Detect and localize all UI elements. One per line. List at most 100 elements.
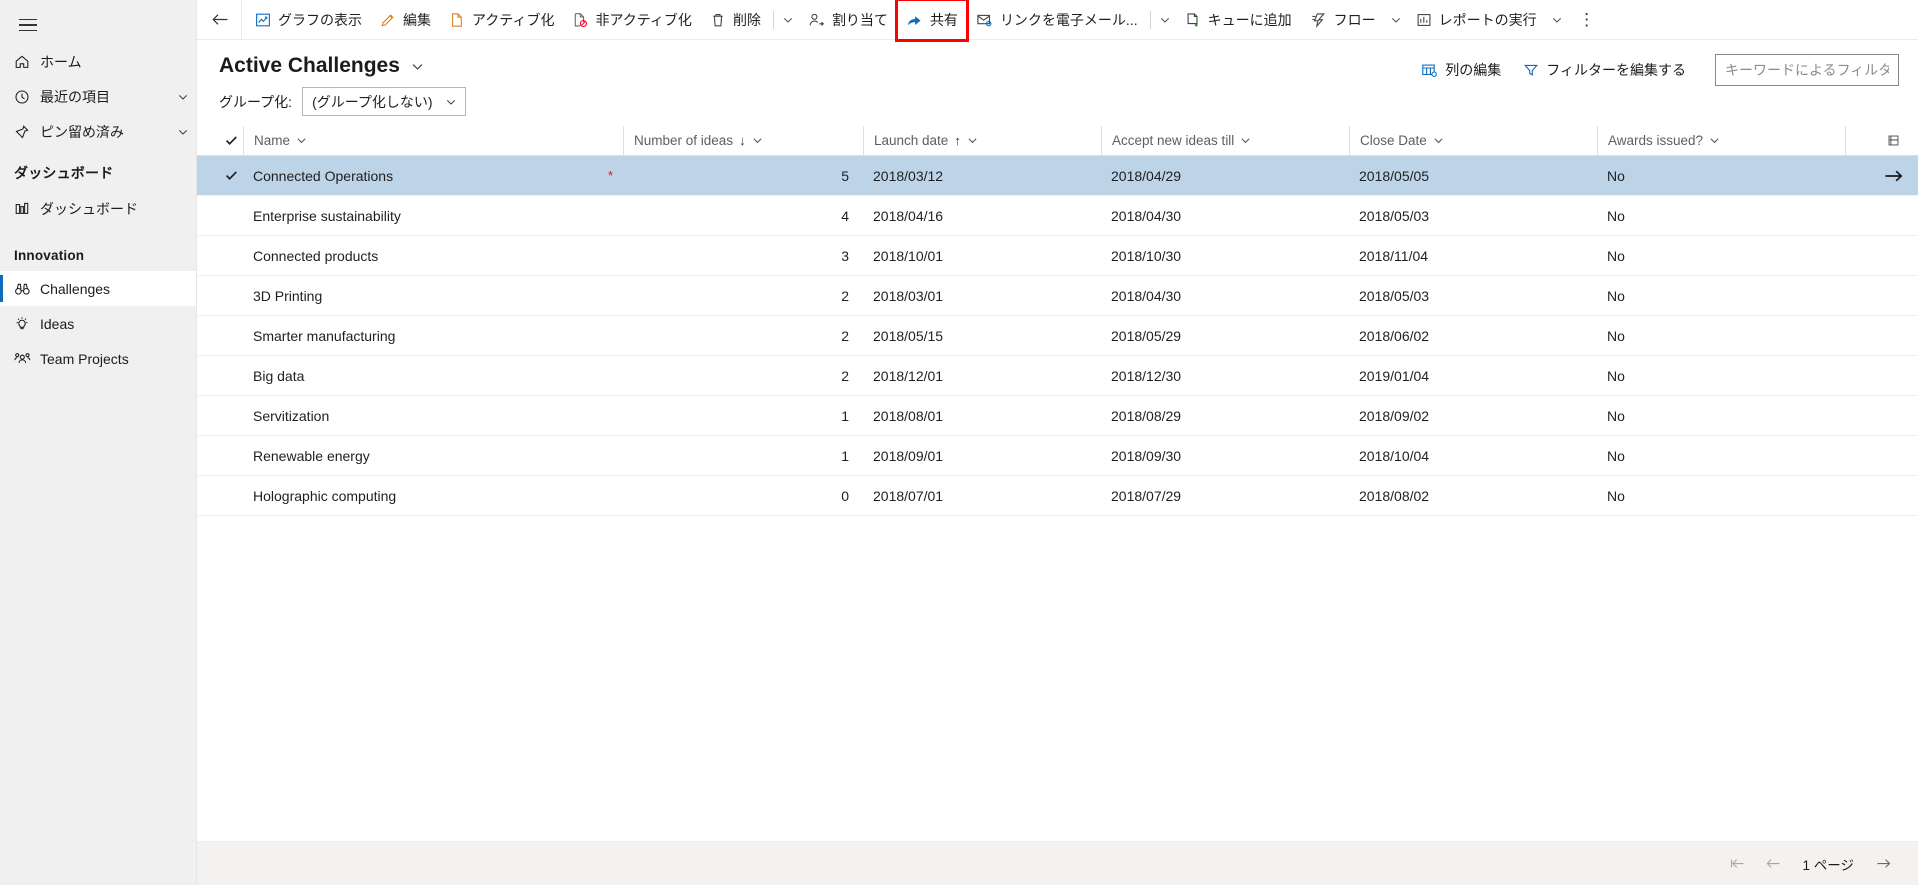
table-row[interactable]: Renewable energy 1 2018/09/01 2018/09/30 201…	[197, 436, 1918, 476]
table-row[interactable]: Smarter manufacturing 2 2018/05/15 2018/05/…	[197, 316, 1918, 356]
command-delete-chevron-down-icon[interactable]	[777, 0, 799, 40]
row-checkbox[interactable]	[219, 169, 243, 182]
page-first-icon[interactable]	[1722, 848, 1754, 880]
cell-close-date: 2018/05/03	[1359, 287, 1430, 304]
add-to-queue-icon	[1185, 12, 1201, 28]
cell-name[interactable]: Smarter manufacturing	[243, 328, 623, 344]
table-row[interactable]: Connected products 3 2018/10/01 2018/10/30 2…	[197, 236, 1918, 276]
command-report-chevron-down-icon[interactable]	[1546, 0, 1568, 40]
search-box[interactable]	[1715, 54, 1899, 86]
command-overflow-icon[interactable]: ⋮	[1572, 0, 1602, 40]
cell-name[interactable]: Servitization	[243, 408, 623, 424]
chevron-down-icon[interactable]	[170, 126, 196, 138]
command-label: アクティブ化	[472, 11, 555, 28]
trash-icon	[710, 12, 726, 28]
table-row[interactable]: Holographic computing 0 2018/07/01 2018/07/…	[197, 476, 1918, 516]
command-deactivate[interactable]: 非アクティブ化	[563, 0, 700, 40]
cell-accept-new-ideas-till: 2018/08/29	[1111, 407, 1182, 424]
command-edit[interactable]: 編集	[371, 0, 440, 40]
command-run-report[interactable]: レポートの実行	[1407, 0, 1546, 40]
deactivate-document-icon	[572, 12, 588, 28]
command-email-link[interactable]: リンクを電子メール...	[967, 0, 1147, 40]
chevron-down-icon[interactable]	[1433, 135, 1444, 146]
chevron-down-icon[interactable]	[1240, 135, 1251, 146]
cell-close-date: 2018/05/05	[1359, 167, 1430, 184]
cell-accept-new-ideas-till: 2018/09/30	[1111, 447, 1182, 464]
hamburger-icon[interactable]	[6, 6, 50, 44]
page-title: Active Challenges	[219, 54, 400, 77]
group-by-select[interactable]: (グループ化しない)	[302, 87, 466, 116]
command-activate[interactable]: アクティブ化	[440, 0, 563, 40]
cell-accept-new-ideas-till: 2018/07/29	[1111, 487, 1182, 504]
command-show-chart[interactable]: グラフの表示	[246, 0, 371, 40]
table-row[interactable]: 3D Printing 2 2018/03/01 2018/04/30 2018/05/…	[197, 276, 1918, 316]
cell-launch-date: 2018/04/16	[873, 207, 944, 224]
command-flow[interactable]: フロー	[1301, 0, 1385, 40]
sidebar-item-team-projects[interactable]: Team Projects	[0, 341, 196, 376]
column-header-launch-date[interactable]: Launch date ↑	[863, 126, 1101, 155]
column-header-close-date[interactable]: Close Date	[1349, 126, 1597, 155]
column-header-label: Name	[254, 133, 291, 148]
sidebar-item-dashboard[interactable]: ダッシュボード	[0, 191, 196, 226]
cell-awards-issued: No	[1607, 207, 1625, 224]
table-row[interactable]: Enterprise sustainability 4 2018/04/16 2018…	[197, 196, 1918, 236]
cell-number-of-ideas: 3	[841, 247, 849, 264]
sort-descending-icon: ↓	[739, 133, 746, 148]
open-record-arrow-icon[interactable]	[1875, 168, 1911, 184]
command-email-chevron-down-icon[interactable]	[1154, 0, 1176, 40]
sidebar-item-recent[interactable]: 最近の項目	[0, 79, 196, 114]
command-delete[interactable]: 削除	[701, 0, 770, 40]
column-header-accept-new-ideas-till[interactable]: Accept new ideas till	[1101, 126, 1349, 155]
table-row[interactable]: Big data 2 2018/12/01 2018/12/30 2019/01/04 N…	[197, 356, 1918, 396]
sidebar-item-pinned[interactable]: ピン留め済み	[0, 114, 196, 149]
search-input[interactable]	[1725, 62, 1889, 78]
edit-columns-button[interactable]: 列の編集	[1410, 54, 1512, 86]
command-share[interactable]: 共有	[894, 0, 969, 42]
cell-awards-issued: No	[1607, 167, 1625, 184]
sidebar-item-ideas[interactable]: Ideas	[0, 306, 196, 341]
cell-name[interactable]: 3D Printing	[243, 288, 623, 304]
cell-name[interactable]: Big data	[243, 368, 623, 384]
sidebar-item-label: ホーム	[40, 53, 82, 70]
table-row[interactable]: Connected Operations * 5 2018/03/12 2018/04/…	[197, 156, 1918, 196]
column-header-name[interactable]: Name	[243, 126, 623, 155]
command-assign[interactable]: 割り当て	[799, 0, 897, 40]
report-icon	[1416, 12, 1432, 28]
cell-awards-issued: No	[1607, 407, 1625, 424]
command-label: 非アクティブ化	[595, 11, 692, 28]
column-header-number-of-ideas[interactable]: Number of ideas ↓	[623, 126, 863, 155]
share-icon	[906, 12, 923, 28]
chevron-down-icon[interactable]	[752, 135, 763, 146]
column-header-label: Awards issued?	[1608, 133, 1704, 148]
chevron-down-icon[interactable]	[170, 91, 196, 103]
email-link-icon	[976, 12, 993, 28]
edit-filters-button[interactable]: フィルターを編集する	[1512, 54, 1697, 86]
page-prev-icon[interactable]	[1758, 848, 1790, 880]
cell-awards-issued: No	[1607, 287, 1625, 304]
chevron-down-icon[interactable]	[445, 96, 457, 108]
table-row[interactable]: Servitization 1 2018/08/01 2018/08/29 2018/0…	[197, 396, 1918, 436]
cell-name[interactable]: Connected Operations *	[243, 168, 623, 184]
chevron-down-icon[interactable]	[1709, 135, 1720, 146]
chevron-down-icon[interactable]	[967, 135, 978, 146]
command-add-to-queue[interactable]: キューに追加	[1176, 0, 1301, 40]
cell-number-of-ideas: 5	[841, 167, 849, 184]
page-next-icon[interactable]	[1867, 848, 1899, 880]
back-arrow-icon[interactable]	[203, 3, 237, 37]
chevron-down-icon[interactable]	[411, 60, 424, 73]
column-header-awards-issued[interactable]: Awards issued?	[1597, 126, 1845, 155]
column-options-icon[interactable]	[1875, 126, 1911, 155]
view-selector[interactable]: Active Challenges	[219, 54, 424, 78]
cell-name[interactable]: Holographic computing	[243, 488, 623, 504]
sidebar-item-challenges[interactable]: Challenges	[0, 271, 196, 306]
cell-name[interactable]: Connected products	[243, 248, 623, 264]
cell-name[interactable]: Renewable energy	[243, 448, 623, 464]
select-all-checkbox[interactable]	[219, 126, 243, 155]
page-label: 1 ページ	[1802, 857, 1855, 873]
activate-document-icon	[449, 12, 465, 28]
chevron-down-icon[interactable]	[296, 135, 307, 146]
sidebar-item-home[interactable]: ホーム	[0, 44, 196, 79]
cell-name[interactable]: Enterprise sustainability	[243, 208, 623, 224]
dashboard-icon	[14, 201, 40, 217]
command-flow-chevron-down-icon[interactable]	[1385, 0, 1407, 40]
